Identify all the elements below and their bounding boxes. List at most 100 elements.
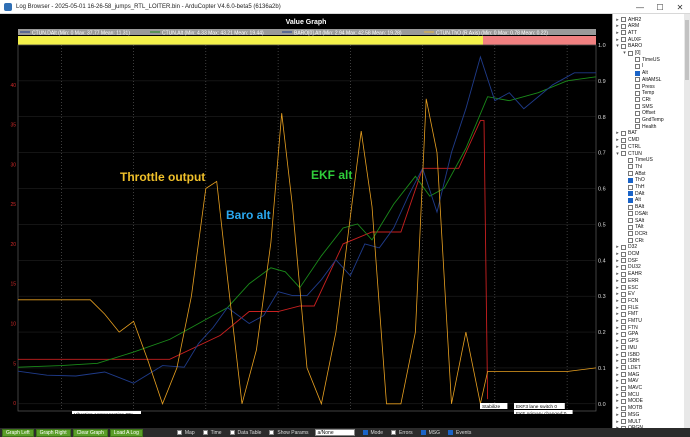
expand-toggle-icon[interactable]: ▾ — [615, 43, 620, 49]
tree-item-checkbox[interactable] — [621, 151, 626, 156]
msg-checkbox-box[interactable] — [420, 430, 426, 435]
graph-left-button[interactable]: Graph Left — [2, 428, 34, 437]
expand-toggle-icon[interactable]: ▸ — [615, 23, 620, 29]
expand-toggle-icon[interactable]: ▸ — [615, 291, 620, 297]
tree-item-checkbox[interactable] — [621, 392, 626, 398]
mode-checkbox[interactable]: Mode — [362, 430, 383, 436]
tree-item-checkbox[interactable] — [635, 77, 640, 83]
errors-checkbox[interactable]: Errors — [391, 430, 413, 436]
tree-item-checkbox[interactable] — [628, 164, 633, 170]
load-log-button[interactable]: Load A Log — [109, 428, 143, 437]
tree-item-checkbox[interactable] — [628, 184, 633, 190]
tree-item-checkbox[interactable] — [628, 177, 633, 183]
tree-item-checkbox[interactable] — [621, 378, 626, 384]
expand-toggle-icon[interactable]: ▸ — [615, 372, 620, 378]
expand-toggle-icon[interactable]: ▸ — [615, 285, 620, 291]
graph-canvas[interactable]: Value Graph CTUN.DAlt (Min: 0 Max: 37.77 … — [0, 14, 612, 414]
errors-checkbox-box[interactable] — [391, 430, 397, 435]
expand-toggle-icon[interactable]: ▸ — [615, 392, 620, 398]
tree-item-checkbox[interactable] — [621, 298, 626, 304]
graph-right-button[interactable]: Graph Right — [35, 428, 71, 437]
expand-toggle-icon[interactable]: ▸ — [615, 258, 620, 264]
time-checkbox[interactable]: Time — [202, 430, 222, 436]
tree-item-checkbox[interactable] — [621, 23, 626, 29]
tree-item-checkbox[interactable] — [621, 251, 626, 257]
tree-item-checkbox[interactable] — [621, 30, 626, 36]
expand-toggle-icon[interactable]: ▸ — [615, 37, 620, 43]
expand-toggle-icon[interactable]: ▸ — [615, 419, 620, 425]
tree-item-checkbox[interactable] — [621, 345, 626, 351]
expand-toggle-icon[interactable]: ▸ — [615, 338, 620, 344]
tree-item-checkbox[interactable] — [628, 218, 633, 223]
tree-item-checkbox[interactable] — [621, 398, 626, 404]
expand-toggle-icon[interactable]: ▸ — [615, 325, 620, 331]
time-checkbox-box[interactable] — [202, 430, 208, 435]
expand-toggle-icon[interactable]: ▸ — [615, 264, 620, 270]
tree-item-checkbox[interactable] — [621, 338, 626, 344]
tree-item-checkbox[interactable] — [621, 264, 626, 270]
tree-item-checkbox[interactable] — [628, 157, 633, 163]
instance-combo[interactable]: a/None — [314, 429, 355, 436]
tree-item-checkbox[interactable] — [621, 17, 626, 22]
mode-checkbox-box[interactable] — [362, 430, 368, 435]
expand-toggle-icon[interactable]: ▸ — [615, 30, 620, 36]
expand-toggle-icon[interactable]: ▸ — [615, 331, 620, 337]
tree-item-checkbox[interactable] — [621, 291, 626, 297]
events-checkbox-box[interactable] — [448, 430, 454, 435]
tree-scrollbar[interactable] — [684, 14, 690, 428]
tree-item-checkbox[interactable] — [621, 365, 626, 371]
message-tree[interactable]: ▸ AHR2 ▸ ARM ▸ ATT ▸ AUXF ▾ BARO ▾ [0] TimeUS I Alt Alt… — [612, 14, 690, 428]
expand-toggle-icon[interactable]: ▸ — [615, 345, 620, 351]
map-checkbox-box[interactable] — [176, 430, 182, 435]
tree-item-checkbox[interactable] — [635, 70, 640, 76]
tree-item-checkbox[interactable] — [635, 104, 640, 110]
tree-item-checkbox[interactable] — [621, 285, 626, 290]
expand-toggle-icon[interactable]: ▸ — [615, 378, 620, 384]
expand-toggle-icon[interactable]: ▸ — [615, 278, 620, 284]
show-params-checkbox[interactable]: Show Params — [269, 430, 309, 436]
expand-toggle-icon[interactable]: ▸ — [615, 251, 620, 257]
expand-toggle-icon[interactable]: ▸ — [615, 352, 620, 358]
value-graph[interactable]: Value Graph CTUN.DAlt (Min: 0 Max: 37.77 … — [0, 14, 612, 414]
expand-toggle-icon[interactable]: ▸ — [615, 144, 620, 150]
tree-item-checkbox[interactable] — [621, 372, 626, 378]
tree-item-checkbox[interactable] — [621, 405, 626, 411]
tree-item-checkbox[interactable] — [635, 117, 640, 123]
maximize-button[interactable]: ☐ — [650, 0, 670, 14]
tree-item-checkbox[interactable] — [635, 57, 640, 63]
minimize-button[interactable]: — — [630, 0, 650, 14]
tree-item-checkbox[interactable] — [628, 191, 633, 197]
tree-item-checkbox[interactable] — [628, 231, 633, 237]
expand-toggle-icon[interactable]: ▸ — [615, 271, 620, 277]
tree-item-checkbox[interactable] — [621, 244, 626, 250]
tree-scrollbar-thumb[interactable] — [685, 20, 689, 80]
map-checkbox[interactable]: Map — [176, 430, 195, 436]
tree-item-checkbox[interactable] — [621, 278, 626, 284]
tree-item-checkbox[interactable] — [628, 224, 633, 230]
tree-item-checkbox[interactable] — [621, 325, 626, 331]
expand-toggle-icon[interactable]: ▸ — [615, 412, 620, 418]
tree-item-checkbox[interactable] — [635, 90, 640, 96]
show-params-checkbox-box[interactable] — [269, 430, 275, 435]
tree-item-checkbox[interactable] — [628, 50, 633, 56]
expand-toggle-icon[interactable]: ▸ — [615, 405, 620, 411]
expand-toggle-icon[interactable]: ▸ — [615, 358, 620, 364]
tree-item-checkbox[interactable] — [621, 271, 626, 277]
expand-toggle-icon[interactable]: ▸ — [615, 17, 620, 23]
tree-item-checkbox[interactable] — [628, 238, 633, 244]
tree-item-checkbox[interactable] — [621, 37, 626, 43]
close-button[interactable]: ✕ — [670, 0, 690, 14]
expand-toggle-icon[interactable]: ▸ — [615, 305, 620, 311]
tree-item-checkbox[interactable] — [621, 137, 626, 143]
tree-item-checkbox[interactable] — [621, 358, 626, 364]
expand-toggle-icon[interactable]: ▸ — [615, 318, 620, 324]
expand-toggle-icon[interactable]: ▸ — [615, 311, 620, 317]
tree-item-checkbox[interactable] — [621, 318, 626, 324]
data-table-checkbox[interactable]: Data Table — [229, 430, 261, 436]
tree-item-checkbox[interactable] — [621, 130, 626, 136]
tree-item-checkbox[interactable] — [628, 204, 633, 210]
tree-item-checkbox[interactable] — [628, 211, 633, 217]
tree-item-checkbox[interactable] — [621, 385, 626, 391]
expand-toggle-icon[interactable]: ▾ — [622, 50, 627, 56]
clear-graph-button[interactable]: Clear Graph — [72, 428, 108, 437]
